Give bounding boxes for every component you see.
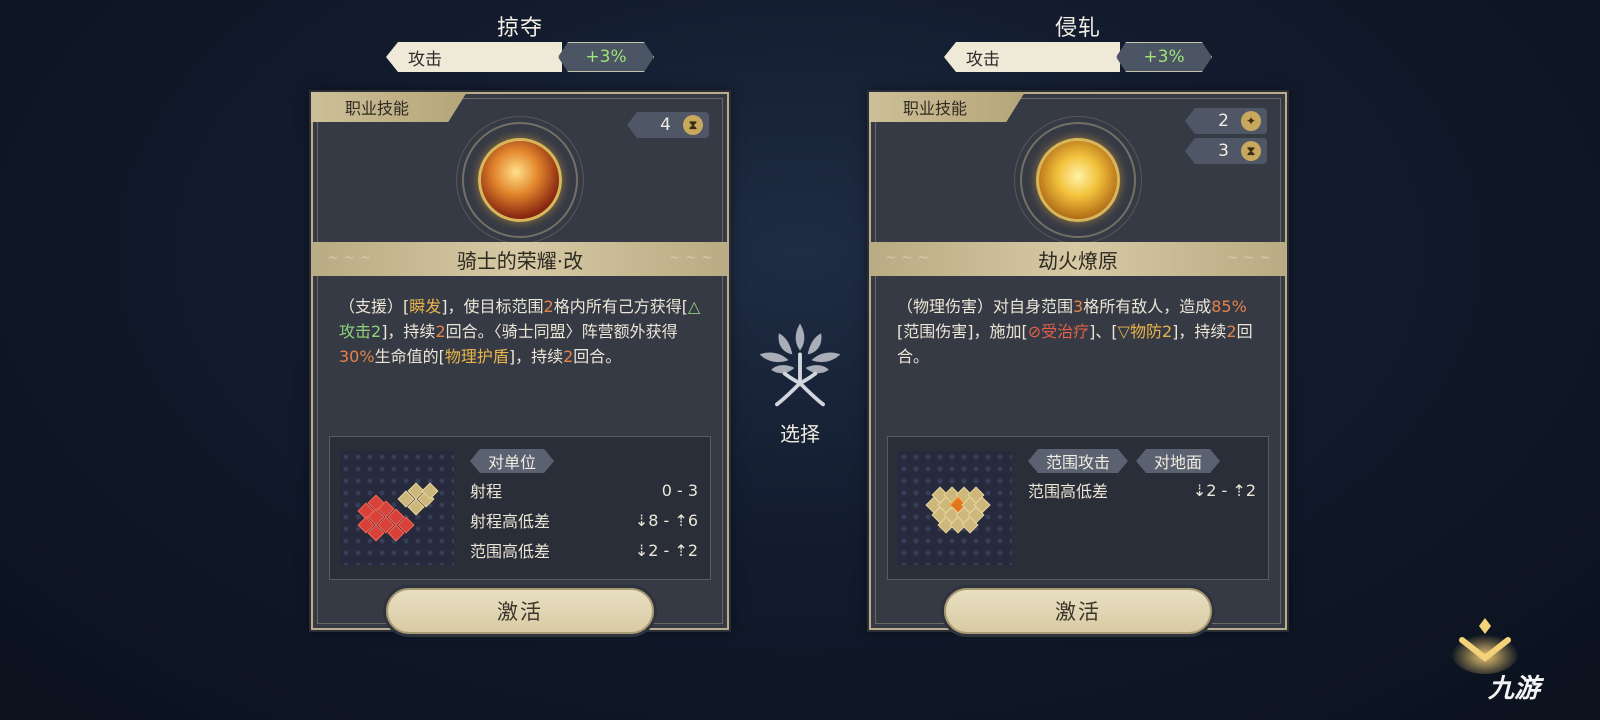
right-cooldown-pill: 3 ⧗	[1185, 138, 1267, 164]
left-skill-name: 骑士的荣耀·改	[313, 242, 727, 276]
right-range-map	[898, 451, 1012, 565]
left-cooldown-value: 4	[660, 115, 671, 135]
right-chips: 范围攻击 对地面	[1028, 449, 1220, 473]
left-stat-range: 射程 0 - 3	[470, 480, 698, 502]
right-skill-name: 劫火燎原	[871, 242, 1285, 276]
right-skill-tag: 职业技能	[869, 92, 1025, 122]
right-charges-pill: 2 ✦	[1185, 108, 1267, 134]
star-charge-icon: ✦	[1241, 111, 1261, 131]
select-indicator[interactable]: 选择	[745, 316, 855, 447]
right-activate-button[interactable]: 激活	[944, 588, 1212, 634]
right-skill-icon	[1036, 138, 1120, 222]
left-skill-card[interactable]: 职业技能 4 ⧗ 骑士的荣耀·改 （支援）[瞬发]，使目标范围2格内所有己方获得…	[311, 92, 729, 634]
left-skill-description: （支援）[瞬发]，使目标范围2格内所有己方获得[△攻击2]，持续2回合。〈骑士同…	[339, 297, 701, 366]
left-skill-icon	[478, 138, 562, 222]
tree-emblem-icon	[759, 323, 841, 407]
right-attr-label: 攻击	[944, 42, 1120, 72]
right-chip-ground: 对地面	[1136, 449, 1220, 473]
watermark-logo: 九游	[1488, 674, 1541, 704]
right-attr-value: +3%	[1116, 42, 1212, 72]
left-chip-target: 对单位	[470, 449, 554, 473]
right-skill-emblem	[1014, 116, 1142, 244]
right-range-info: 范围攻击 对地面 范围高低差 ⇣2 - ⇡2	[887, 436, 1269, 580]
right-chip-area: 范围攻击	[1028, 449, 1128, 473]
left-range-info: 对单位 射程 0 - 3 射程高低差 ⇣8 - ⇡6 范围高低差 ⇣2 - ⇡2	[329, 436, 711, 580]
left-stat-range-height: 射程高低差 ⇣8 - ⇡6	[470, 510, 698, 532]
left-attr-label: 攻击	[386, 42, 562, 72]
left-stat-area-height: 范围高低差 ⇣2 - ⇡2	[470, 540, 698, 562]
left-attr-bar: 攻击 +3%	[386, 42, 654, 72]
left-skill-tag: 职业技能	[311, 92, 467, 122]
left-attr-value: +3%	[558, 42, 654, 72]
right-attr-bar: 攻击 +3%	[944, 42, 1212, 72]
right-stat-area-height: 范围高低差 ⇣2 - ⇡2	[1028, 480, 1256, 502]
right-skill-description: （物理伤害）对自身范围3格所有敌人，造成85%[范围伤害]，施加[⊘受治疗]、[…	[897, 297, 1253, 366]
left-activate-button[interactable]: 激活	[386, 588, 654, 634]
left-chips: 对单位	[470, 449, 554, 473]
hourglass-icon: ⧗	[1241, 141, 1261, 161]
right-path-title: 侵轧	[1054, 16, 1101, 41]
chevron-up-icon[interactable]	[1450, 612, 1520, 676]
right-cooldown-value: 3	[1218, 141, 1229, 161]
left-skill-emblem	[456, 116, 584, 244]
right-charges-value: 2	[1218, 111, 1229, 131]
left-cooldown-pill: 4 ⧗	[627, 112, 709, 138]
right-skill-card[interactable]: 职业技能 2 ✦ 3 ⧗ 劫火燎原 （物理伤害）对自身范围3格所有敌人，造成85…	[869, 92, 1287, 634]
select-label: 选择	[780, 422, 820, 446]
left-path-title: 掠夺	[496, 16, 543, 41]
left-range-map	[340, 451, 454, 565]
hourglass-icon: ⧗	[683, 115, 703, 135]
